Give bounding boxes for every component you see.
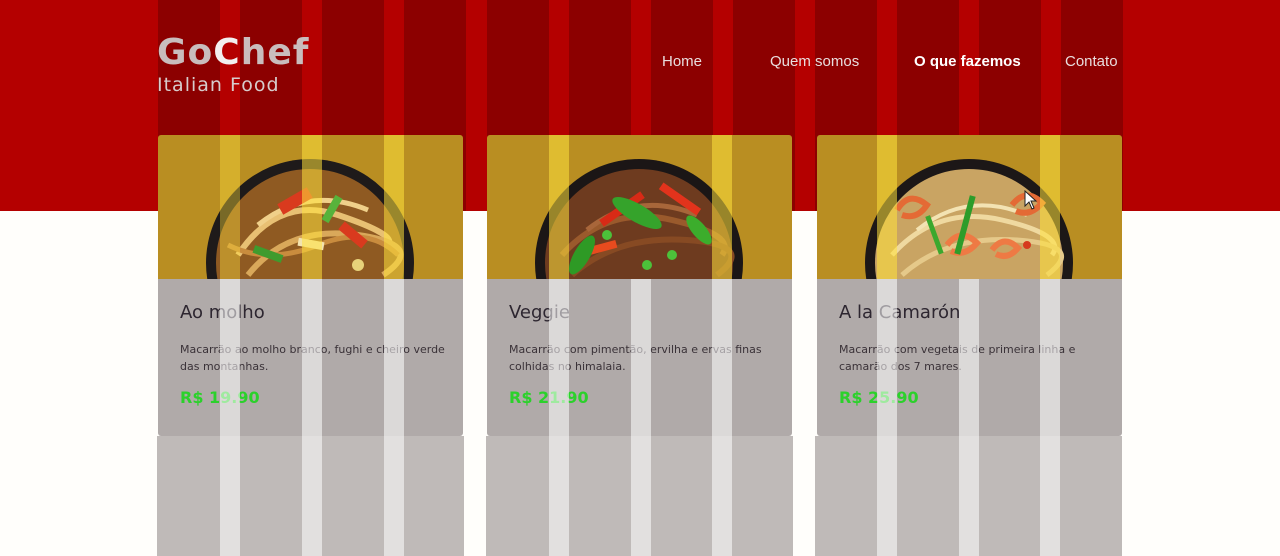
nav-item-quem-somos[interactable]: Quem somos — [770, 53, 859, 70]
noodle-bowl-icon — [206, 159, 414, 279]
nav-item-contato[interactable]: Contato — [1065, 53, 1118, 70]
nav-item-o-que-fazemos[interactable]: O que fazemos — [914, 53, 1021, 70]
dish-title: A la Camarón — [839, 302, 961, 323]
card-body: Ao molho Macarrão ao molho branco, fughi… — [158, 279, 463, 436]
main-nav: Home Quem somos O que fazemos Contato — [0, 53, 1280, 75]
card-body: A la Camarón Macarrão com vegetais de pr… — [817, 279, 1122, 436]
dish-image — [817, 135, 1122, 279]
dish-title: Ao molho — [180, 302, 265, 323]
menu-card-a-la-camaron[interactable]: A la Camarón Macarrão com vegetais de pr… — [817, 135, 1122, 436]
dish-price: R$ 21.90 — [509, 388, 589, 407]
card-shadow-block — [815, 436, 1122, 556]
card-body: Veggie Macarrão com pimentão, ervilha e … — [487, 279, 792, 436]
dish-description: Macarrão com pimentão, ervilha e ervas f… — [509, 343, 762, 373]
dish-description: Macarrão com vegetais de primeira linha … — [839, 343, 1076, 373]
dish-price: R$ 25.90 — [839, 388, 919, 407]
dish-title: Veggie — [509, 302, 570, 323]
dish-image — [487, 135, 792, 279]
card-shadow-block — [486, 436, 793, 556]
dish-description: Macarrão ao molho branco, fughi e cheiro… — [180, 343, 445, 373]
nav-item-home[interactable]: Home — [662, 53, 702, 70]
card-shadow-block — [157, 436, 464, 556]
dish-price: R$ 19.90 — [180, 388, 260, 407]
mouse-cursor-icon — [1024, 190, 1038, 210]
menu-card-ao-molho[interactable]: Ao molho Macarrão ao molho branco, fughi… — [158, 135, 463, 436]
menu-card-veggie[interactable]: Veggie Macarrão com pimentão, ervilha e … — [487, 135, 792, 436]
noodle-bowl-icon — [865, 159, 1073, 279]
brand-subtitle: Italian Food — [157, 74, 280, 96]
noodle-bowl-icon — [535, 159, 743, 279]
dish-image — [158, 135, 463, 279]
